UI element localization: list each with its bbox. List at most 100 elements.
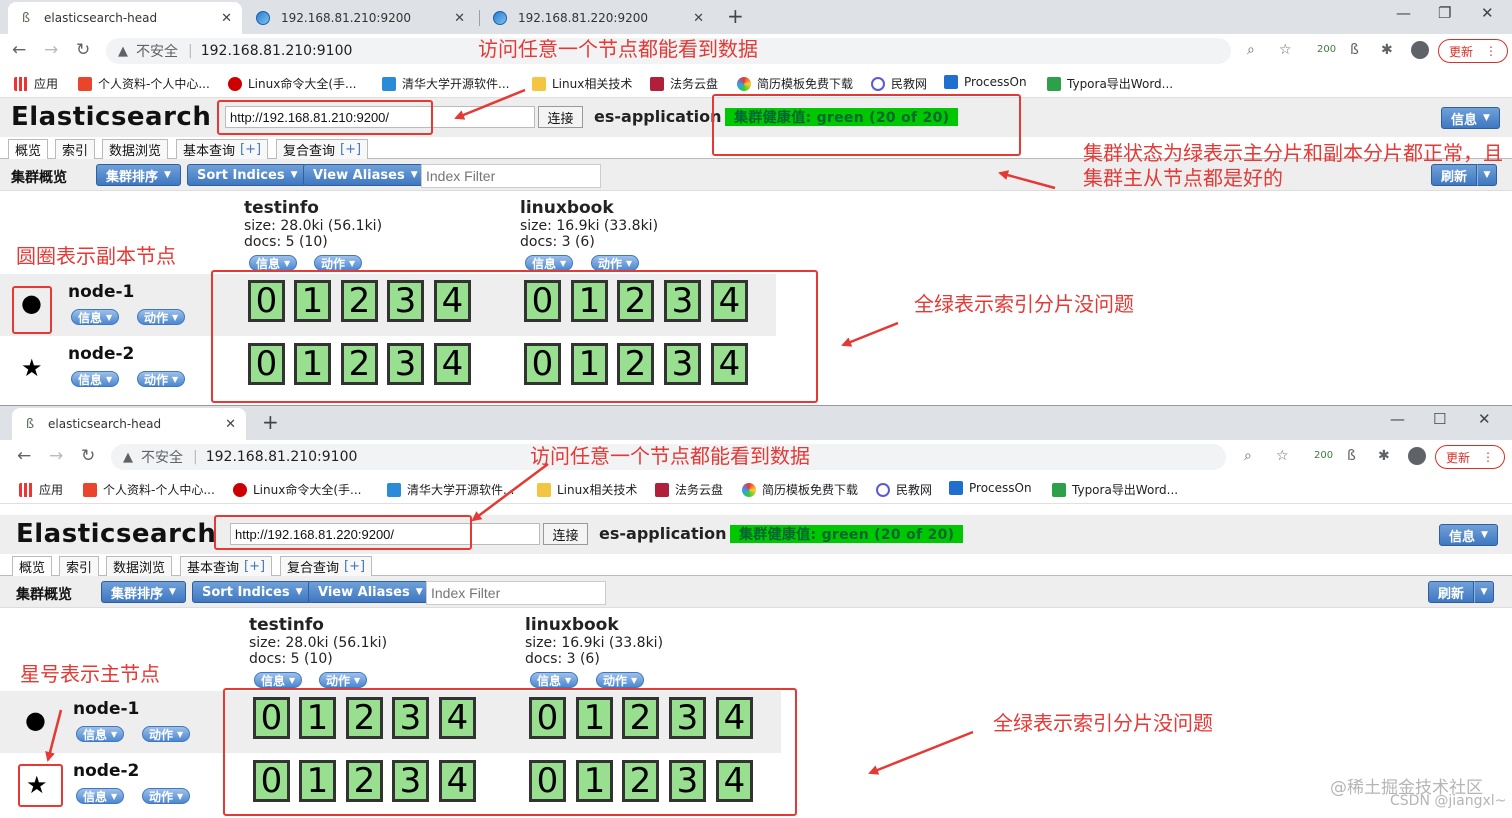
zoom-icon[interactable]: ⌕ bbox=[1247, 42, 1255, 58]
profile-avatar[interactable] bbox=[1408, 447, 1426, 465]
es-tab-overview[interactable]: 概览 bbox=[8, 139, 49, 159]
new-tab-icon[interactable]: + bbox=[727, 4, 744, 28]
back-icon[interactable]: ← bbox=[12, 40, 26, 60]
maximize-icon[interactable]: ❐ bbox=[1438, 4, 1451, 22]
es-tab-indices[interactable]: 索引 bbox=[59, 556, 100, 576]
es-tab-browser[interactable]: 数据浏览 bbox=[106, 556, 173, 576]
close-window-icon[interactable]: ✕ bbox=[1478, 410, 1491, 428]
minimize-icon[interactable]: — bbox=[1396, 4, 1411, 22]
node-action-button[interactable]: 动作 ▼ bbox=[142, 726, 191, 742]
close-tab-icon[interactable]: ✕ bbox=[221, 11, 232, 26]
bookmark-resume[interactable]: 简历模板免费下载 bbox=[742, 481, 858, 498]
node-info-button[interactable]: 信息 ▼ bbox=[76, 726, 125, 742]
tab-elasticsearch-head[interactable]: ß elasticsearch-head ✕ bbox=[12, 408, 246, 440]
index-info-button[interactable]: 信息 ▼ bbox=[249, 255, 298, 271]
bookmark-minjiao[interactable]: 民教网 bbox=[876, 481, 932, 498]
cluster-sort-button[interactable]: 集群排序 ▼ bbox=[101, 581, 186, 603]
bookmark-typora[interactable]: Typora导出Word... bbox=[1047, 75, 1173, 92]
bookmark-tsinghua[interactable]: 清华大学开源软件... bbox=[387, 481, 514, 498]
bookmark-apps[interactable]: 应用 bbox=[14, 75, 58, 92]
index-action-button[interactable]: 动作 ▼ bbox=[319, 672, 368, 688]
bookmark-apps[interactable]: 应用 bbox=[19, 481, 63, 498]
index-filter-input[interactable] bbox=[426, 581, 606, 605]
es-tab-overview[interactable]: 概览 bbox=[12, 556, 53, 576]
zoom-icon[interactable]: ⌕ bbox=[1244, 448, 1252, 464]
view-aliases-button[interactable]: View Aliases ▼ bbox=[308, 581, 433, 603]
puzzle-icon[interactable]: ✱ bbox=[1378, 448, 1390, 464]
es-tab-complex-query[interactable]: 复合查询 [+] bbox=[276, 139, 369, 159]
refresh-button[interactable]: 刷新 bbox=[1431, 164, 1478, 186]
bookmark-star-icon[interactable]: ☆ bbox=[1279, 42, 1292, 58]
index-action-button[interactable]: 动作 ▼ bbox=[314, 255, 363, 271]
extension-icon[interactable]: ß bbox=[1350, 42, 1359, 58]
update-button[interactable]: 更新 ⋮ bbox=[1435, 445, 1506, 469]
minimize-icon[interactable]: — bbox=[1390, 410, 1405, 428]
connect-button[interactable]: 连接 bbox=[543, 523, 588, 545]
extension-badge[interactable]: 200 bbox=[1317, 44, 1336, 55]
es-tab-indices[interactable]: 索引 bbox=[55, 139, 96, 159]
refresh-dropdown-icon[interactable]: ▼ bbox=[1474, 581, 1495, 603]
bookmark-linux-cmd[interactable]: Linux命令大全(手... bbox=[228, 75, 356, 92]
cluster-sort-button[interactable]: 集群排序 ▼ bbox=[96, 164, 181, 186]
bookmark-typora[interactable]: Typora导出Word... bbox=[1052, 481, 1178, 498]
bookmark-fawu[interactable]: 法务云盘 bbox=[655, 481, 723, 498]
extension-icon[interactable]: ß bbox=[1347, 448, 1356, 464]
es-tab-complex-query[interactable]: 复合查询 [+] bbox=[280, 556, 373, 576]
tab-elasticsearch-head[interactable]: ß elasticsearch-head ✕ bbox=[8, 2, 242, 34]
bookmark-fawu[interactable]: 法务云盘 bbox=[650, 75, 718, 92]
puzzle-icon[interactable]: ✱ bbox=[1381, 42, 1393, 58]
node-action-button[interactable]: 动作 ▼ bbox=[142, 788, 191, 804]
bookmark-minjiao[interactable]: 民教网 bbox=[871, 75, 927, 92]
bookmark-star-icon[interactable]: ☆ bbox=[1276, 448, 1289, 464]
sort-indices-button[interactable]: Sort Indices ▼ bbox=[192, 581, 313, 603]
forward-icon[interactable]: → bbox=[49, 446, 63, 466]
node-info-button[interactable]: 信息 ▼ bbox=[71, 309, 120, 325]
refresh-dropdown-icon[interactable]: ▼ bbox=[1477, 164, 1498, 186]
bookmark-resume[interactable]: 简历模板免费下载 bbox=[737, 75, 853, 92]
bookmark-linux-tech[interactable]: Linux相关技术 bbox=[532, 75, 632, 92]
index-info-button[interactable]: 信息 ▼ bbox=[254, 672, 303, 688]
index-filter-input[interactable] bbox=[421, 164, 601, 188]
info-button[interactable]: 信息 ▼ bbox=[1441, 107, 1500, 129]
node-info-button[interactable]: 信息 ▼ bbox=[71, 371, 120, 387]
index-action-button[interactable]: 动作 ▼ bbox=[596, 672, 645, 688]
menu-kebab-icon: ⋮ bbox=[1482, 450, 1495, 464]
view-aliases-button[interactable]: View Aliases ▼ bbox=[303, 164, 428, 186]
back-icon[interactable]: ← bbox=[17, 446, 31, 466]
bookmark-linux-tech[interactable]: Linux相关技术 bbox=[537, 481, 637, 498]
close-tab-icon[interactable]: ✕ bbox=[693, 11, 704, 26]
tab-220-9200[interactable]: 192.168.81.220:9200 ✕ bbox=[482, 2, 714, 34]
es-tab-basic-query[interactable]: 基本查询 [+] bbox=[180, 556, 273, 576]
bookmark-profile[interactable]: 个人资料-个人中心... bbox=[83, 481, 215, 498]
info-button[interactable]: 信息 ▼ bbox=[1439, 524, 1498, 546]
reload-icon[interactable]: ↻ bbox=[81, 446, 95, 466]
update-button[interactable]: 更新 ⋮ bbox=[1438, 39, 1509, 63]
es-tab-basic-query[interactable]: 基本查询 [+] bbox=[176, 139, 269, 159]
index-info-button[interactable]: 信息 ▼ bbox=[525, 255, 574, 271]
node-action-button[interactable]: 动作 ▼ bbox=[137, 371, 186, 387]
bookmark-processon[interactable]: ProcessOn bbox=[944, 75, 1027, 89]
close-tab-icon[interactable]: ✕ bbox=[454, 11, 465, 26]
extension-badge[interactable]: 200 bbox=[1314, 450, 1333, 461]
site-icon bbox=[233, 482, 247, 497]
new-tab-icon[interactable]: + bbox=[262, 410, 279, 434]
index-action-button[interactable]: 动作 ▼ bbox=[591, 255, 640, 271]
profile-avatar[interactable] bbox=[1411, 41, 1429, 59]
index-info-button[interactable]: 信息 ▼ bbox=[530, 672, 579, 688]
bookmark-linux-cmd[interactable]: Linux命令大全(手... bbox=[233, 481, 361, 498]
refresh-button[interactable]: 刷新 bbox=[1428, 581, 1475, 603]
node-action-button[interactable]: 动作 ▼ bbox=[137, 309, 186, 325]
es-tab-browser[interactable]: 数据浏览 bbox=[102, 139, 169, 159]
node-info-button[interactable]: 信息 ▼ bbox=[76, 788, 125, 804]
bookmark-profile[interactable]: 个人资料-个人中心... bbox=[78, 75, 210, 92]
maximize-icon[interactable]: ☐ bbox=[1433, 410, 1446, 428]
bookmark-processon[interactable]: ProcessOn bbox=[949, 481, 1032, 495]
close-tab-icon[interactable]: ✕ bbox=[225, 417, 236, 432]
close-window-icon[interactable]: ✕ bbox=[1481, 4, 1494, 22]
reload-icon[interactable]: ↻ bbox=[76, 40, 90, 60]
forward-icon[interactable]: → bbox=[44, 40, 58, 60]
connect-button[interactable]: 连接 bbox=[538, 106, 583, 128]
sort-indices-button[interactable]: Sort Indices ▼ bbox=[187, 164, 308, 186]
tab-210-9200[interactable]: 192.168.81.210:9200 ✕ bbox=[245, 2, 475, 34]
bookmark-tsinghua[interactable]: 清华大学开源软件... bbox=[382, 75, 509, 92]
